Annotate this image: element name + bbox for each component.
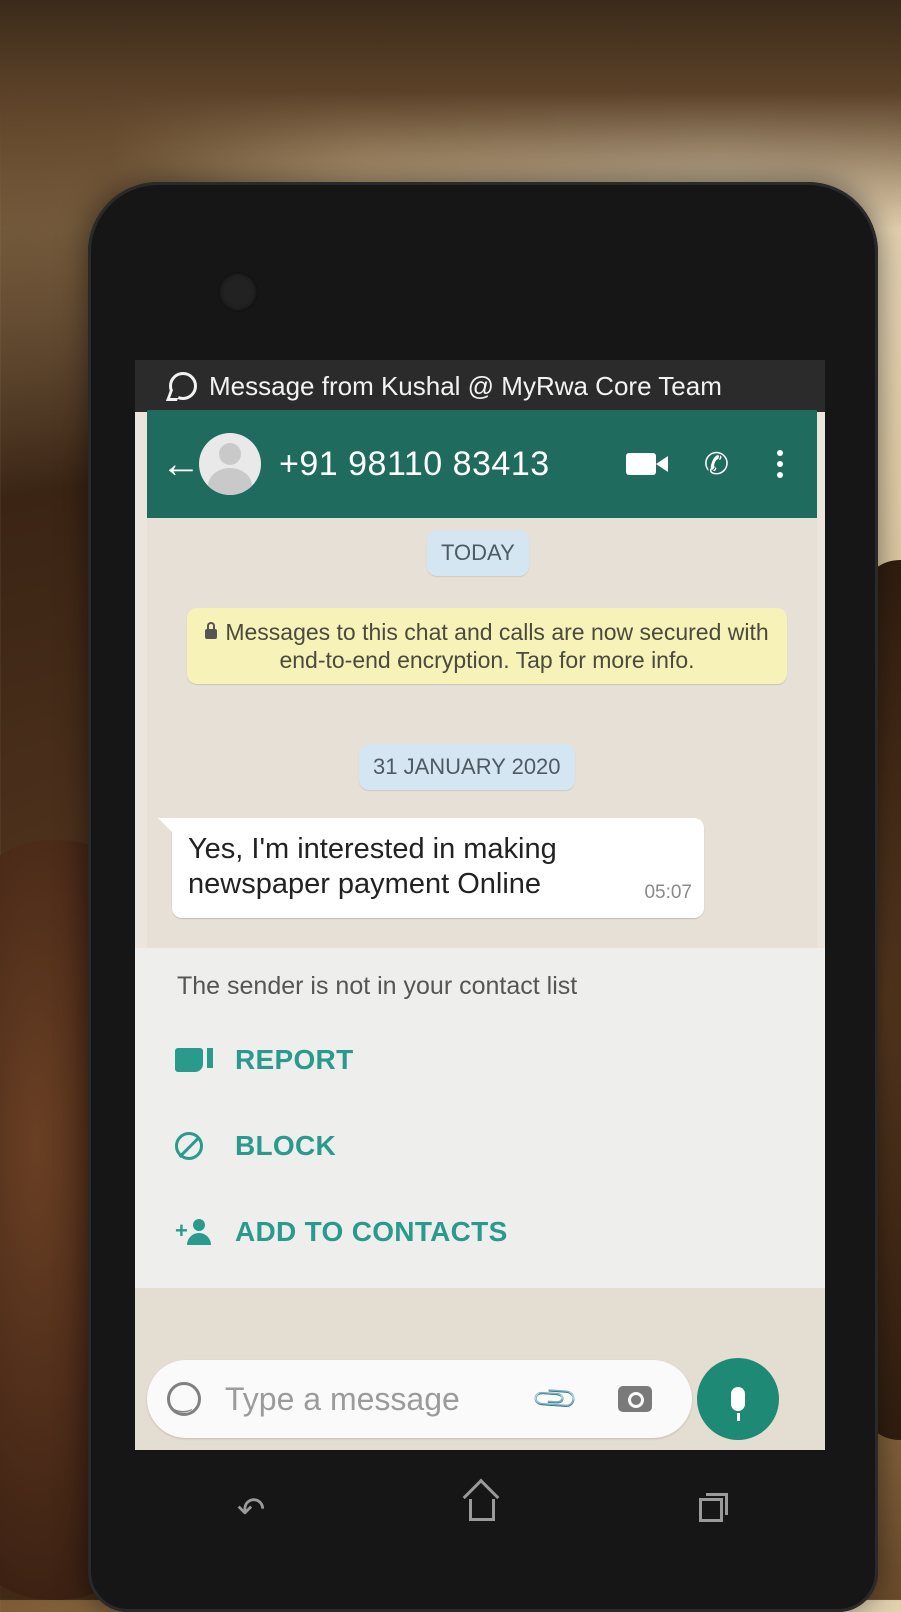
whatsapp-icon xyxy=(169,372,197,400)
chat-header: ← +91 98110 83413 ✆ xyxy=(147,410,817,518)
unknown-sender-notice: The sender is not in your contact list xyxy=(177,972,578,1000)
chat-area: TODAY Messages to this chat and calls ar… xyxy=(147,518,817,948)
nav-recent-icon[interactable] xyxy=(699,1493,729,1522)
block-icon xyxy=(175,1132,203,1160)
report-button[interactable]: REPORT xyxy=(175,1044,353,1076)
video-call-icon[interactable] xyxy=(625,453,668,475)
block-label: BLOCK xyxy=(235,1130,337,1161)
thumbs-down-icon xyxy=(175,1048,213,1072)
contact-name[interactable]: +91 98110 83413 xyxy=(279,445,550,484)
system-nav-bar: ↶ xyxy=(135,1450,825,1570)
notification-bar[interactable]: Message from Kushal @ MyRwa Core Team xyxy=(135,360,825,412)
header-actions: ✆ xyxy=(625,447,783,482)
attach-icon[interactable]: 📎 xyxy=(530,1373,581,1424)
lock-icon xyxy=(205,621,218,639)
nav-back-icon[interactable]: ↶ xyxy=(237,1490,266,1530)
report-label: REPORT xyxy=(235,1044,354,1075)
message-time: 05:07 xyxy=(644,882,692,903)
voice-call-icon[interactable]: ✆ xyxy=(704,447,729,482)
encryption-notice-text: Messages to this chat and calls are now … xyxy=(225,619,769,673)
more-menu-icon[interactable] xyxy=(777,450,783,478)
message-input[interactable] xyxy=(223,1379,527,1419)
unknown-sender-panel: The sender is not in your contact list R… xyxy=(135,948,825,1288)
nav-home-icon[interactable] xyxy=(469,1499,496,1521)
block-button[interactable]: BLOCK xyxy=(175,1130,336,1162)
message-text: Yes, I'm interested in making newspaper … xyxy=(188,833,557,900)
add-person-icon: + xyxy=(175,1219,211,1245)
mic-icon xyxy=(731,1387,745,1421)
camera-icon[interactable] xyxy=(618,1386,653,1412)
add-to-contacts-label: ADD TO CONTACTS xyxy=(235,1216,508,1247)
emoji-icon[interactable] xyxy=(167,1382,201,1416)
mic-button[interactable] xyxy=(697,1358,779,1440)
notification-text: Message from Kushal @ MyRwa Core Team xyxy=(209,370,722,401)
date-divider: 31 JANUARY 2020 xyxy=(359,744,575,790)
date-divider-today: TODAY xyxy=(427,530,529,576)
message-composer: 📎 xyxy=(147,1360,692,1438)
avatar[interactable] xyxy=(199,433,261,495)
phone-screen: Message from Kushal @ MyRwa Core Team ← … xyxy=(135,360,825,1450)
back-arrow-icon[interactable]: ← xyxy=(161,442,201,487)
front-camera xyxy=(218,272,258,312)
encryption-notice[interactable]: Messages to this chat and calls are now … xyxy=(187,608,787,684)
incoming-message[interactable]: Yes, I'm interested in making newspaper … xyxy=(158,818,704,918)
add-to-contacts-button[interactable]: + ADD TO CONTACTS xyxy=(175,1216,508,1248)
